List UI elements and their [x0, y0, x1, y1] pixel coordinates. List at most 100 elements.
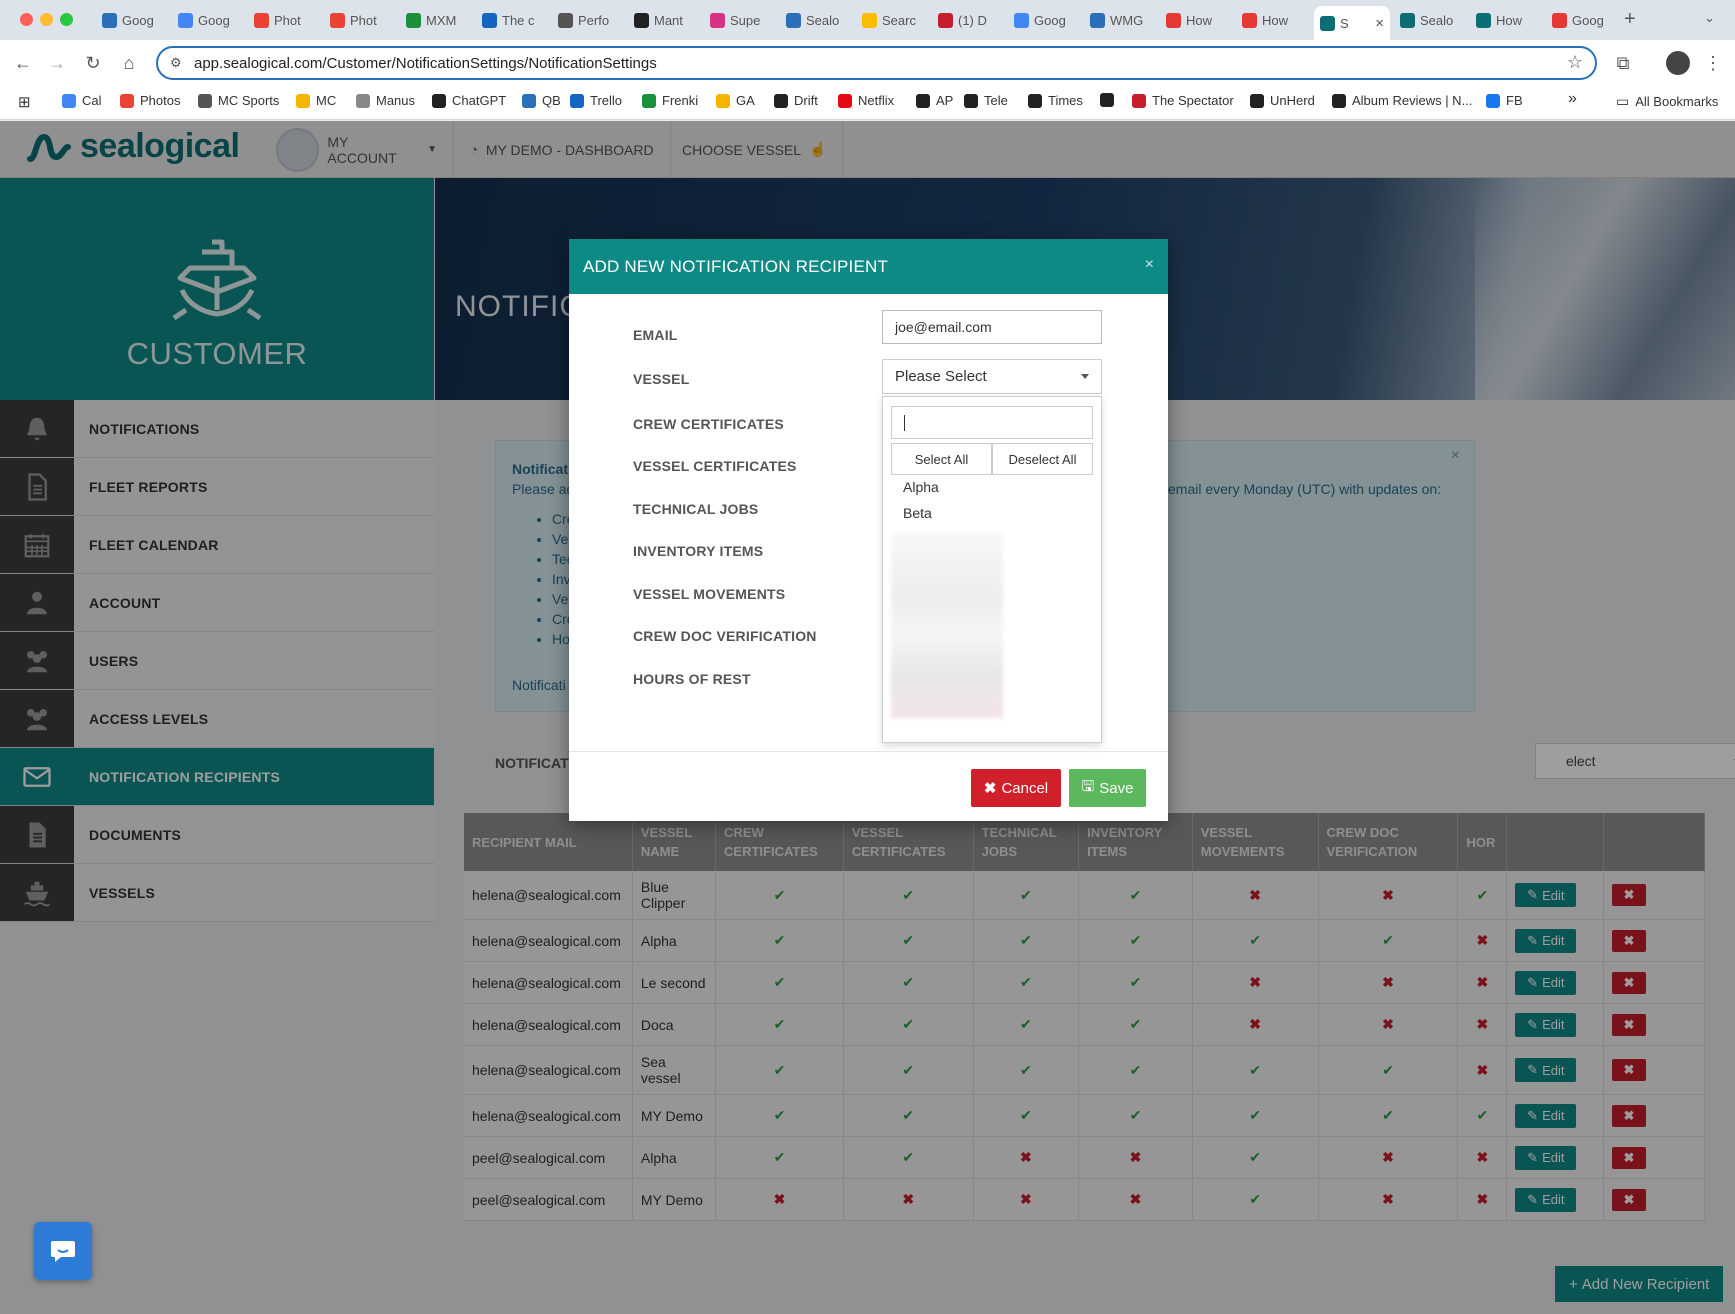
reload-icon[interactable]: ↻: [80, 50, 106, 76]
bookmark-favicon-icon: [1250, 93, 1264, 108]
browser-tab[interactable]: (1) D: [932, 6, 1004, 34]
tab-favicon-icon: [1014, 12, 1029, 28]
bookmarks-overflow-icon[interactable]: »: [1568, 90, 1577, 108]
vessel-search-input[interactable]: [891, 406, 1093, 439]
bookmark-item[interactable]: QB: [522, 93, 561, 108]
tab-label: (1) D: [958, 12, 987, 28]
vessel-select[interactable]: Please Select: [882, 359, 1102, 394]
bookmark-item[interactable]: Cal: [62, 93, 102, 108]
deselect-all-button[interactable]: Deselect All: [992, 443, 1093, 475]
tab-favicon-icon: [482, 12, 497, 28]
bookmark-star-icon[interactable]: ☆: [1567, 52, 1583, 73]
vessel-option-beta[interactable]: Beta: [903, 505, 932, 521]
bookmark-item[interactable]: GA: [716, 93, 755, 108]
bookmark-favicon-icon: [62, 93, 76, 108]
bookmark-favicon-icon: [964, 93, 978, 108]
bookmark-item[interactable]: AP: [916, 93, 953, 108]
tab-favicon-icon: [406, 12, 421, 28]
extensions-icon[interactable]: ⧉: [1610, 50, 1636, 76]
cancel-button[interactable]: ✖ Cancel: [971, 769, 1061, 807]
browser-tab[interactable]: Goog: [96, 6, 168, 34]
bookmark-item[interactable]: Times: [1028, 93, 1083, 108]
bookmark-item[interactable]: ChatGPT: [432, 93, 506, 108]
bookmark-item[interactable]: FB: [1486, 93, 1523, 108]
minimize-window-dot[interactable]: [40, 13, 53, 26]
forward-arrow-icon[interactable]: →: [44, 50, 70, 76]
bookmark-item[interactable]: UnHerd: [1250, 93, 1315, 108]
x-icon: ✖: [983, 780, 997, 797]
bookmark-item[interactable]: Drift: [774, 93, 818, 108]
bookmark-item[interactable]: Frenki: [642, 93, 698, 108]
maximize-window-dot[interactable]: [60, 13, 73, 26]
browser-tab[interactable]: How: [1470, 6, 1542, 34]
browser-tab[interactable]: Goog: [172, 6, 244, 34]
browser-tab[interactable]: WMG: [1084, 6, 1156, 34]
bookmark-item[interactable]: [1100, 93, 1120, 107]
email-field[interactable]: [882, 310, 1102, 344]
tab-label: Mant: [654, 12, 683, 28]
tab-label: How: [1186, 12, 1213, 28]
bookmark-item[interactable]: Manus: [356, 93, 415, 108]
profile-avatar[interactable]: [1666, 51, 1690, 75]
field-label-crew-doc-verification: CREW DOC VERIFICATION: [633, 628, 817, 644]
bookmark-item[interactable]: Tele: [964, 93, 1008, 108]
browser-tab[interactable]: Supe: [704, 6, 776, 34]
browser-tab[interactable]: Sealo: [780, 6, 852, 34]
modal-footer-divider: [569, 751, 1168, 752]
bookmarks-bar: ⊞ Cal Photos MC Sports MC Manus ChatGPT QB Trel…: [0, 85, 1735, 120]
back-arrow-icon[interactable]: ←: [10, 50, 36, 76]
bookmark-favicon-icon: [1028, 93, 1042, 108]
address-bar[interactable]: ⚙ app.sealogical.com/Customer/Notificati…: [156, 46, 1597, 80]
browser-menu-icon[interactable]: ⋮: [1700, 50, 1726, 76]
tab-label: Phot: [350, 12, 377, 28]
bookmark-favicon-icon: [296, 93, 310, 108]
tab-favicon-icon: [558, 12, 573, 28]
bookmark-item[interactable]: Photos: [120, 93, 180, 108]
home-icon[interactable]: ⌂: [116, 50, 142, 76]
browser-tab[interactable]: Goog: [1546, 6, 1618, 34]
browser-tab[interactable]: How: [1236, 6, 1308, 34]
vessel-option-alpha[interactable]: Alpha: [903, 479, 939, 495]
bookmark-label: QB: [542, 93, 561, 108]
bookmark-item[interactable]: Trello: [570, 93, 622, 108]
modal-close-icon[interactable]: ×: [1145, 256, 1154, 274]
browser-tab[interactable]: MXM: [400, 6, 472, 34]
new-tab-button[interactable]: +: [1624, 8, 1636, 31]
browser-tab[interactable]: Phot: [324, 6, 396, 34]
browser-tab[interactable]: Phot: [248, 6, 320, 34]
bookmark-item[interactable]: MC: [296, 93, 336, 108]
bookmark-item[interactable]: Album Reviews | N...: [1332, 93, 1472, 108]
close-window-dot[interactable]: [20, 13, 33, 26]
tab-favicon-icon: [102, 12, 117, 28]
browser-tab[interactable]: Perfo: [552, 6, 624, 34]
browser-tab[interactable]: Searc: [856, 6, 928, 34]
all-bookmarks-button[interactable]: ▭ All Bookmarks: [1616, 93, 1718, 110]
save-button[interactable]: 🖫 Save: [1069, 769, 1146, 807]
tab-favicon-icon: [1090, 12, 1105, 28]
bookmark-item[interactable]: Netflix: [838, 93, 894, 108]
bookmark-label: Frenki: [662, 93, 699, 108]
tab-search-icon[interactable]: ⌄: [1704, 10, 1715, 26]
site-info-icon[interactable]: ⚙: [170, 55, 182, 71]
bookmark-item[interactable]: MC Sports: [198, 93, 279, 108]
tab-label: Goog: [122, 12, 154, 28]
bookmark-item[interactable]: The Spectator: [1132, 93, 1234, 108]
chat-widget-button[interactable]: [34, 1222, 92, 1280]
browser-tab[interactable]: Mant: [628, 6, 700, 34]
browser-tab[interactable]: S ×: [1314, 6, 1390, 40]
close-tab-icon[interactable]: ×: [1375, 15, 1384, 32]
bookmark-favicon-icon: [1100, 93, 1114, 107]
tab-favicon-icon: [1242, 12, 1257, 28]
bookmark-label: Drift: [794, 93, 818, 108]
browser-tab[interactable]: The c: [476, 6, 548, 34]
apps-grid-icon[interactable]: ⊞: [18, 93, 31, 111]
tab-favicon-icon: [862, 12, 877, 28]
select-all-button[interactable]: Select All: [891, 443, 992, 475]
browser-tab[interactable]: Sealo: [1394, 6, 1466, 34]
browser-tab[interactable]: How: [1160, 6, 1232, 34]
browser-tab[interactable]: Goog: [1008, 6, 1080, 34]
bookmark-favicon-icon: [1332, 93, 1346, 108]
bookmark-favicon-icon: [432, 93, 446, 108]
field-label-technical-jobs: TECHNICAL JOBS: [633, 501, 759, 517]
tab-favicon-icon: [1400, 12, 1415, 28]
